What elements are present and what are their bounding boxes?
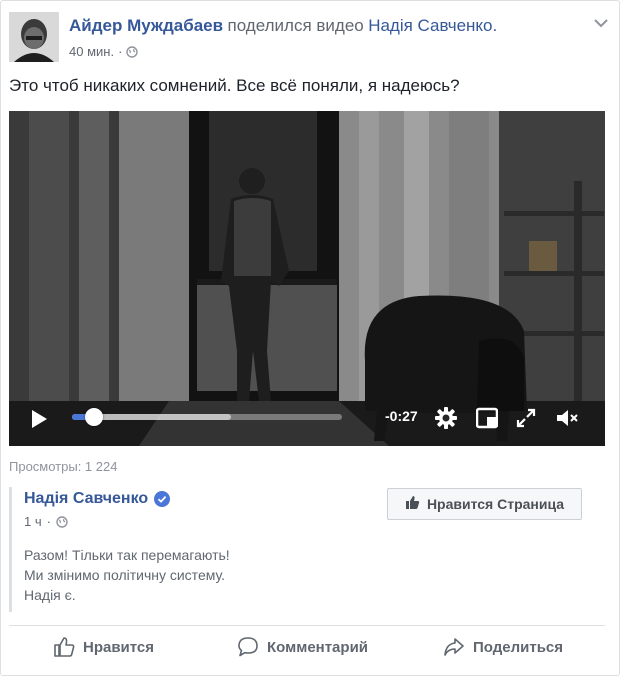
post-card: Айдер Муждабаев поделился видео Надія Са… [0,0,620,676]
shared-text-line: Надія є. [24,587,76,603]
play-icon[interactable] [29,409,49,429]
globe-icon[interactable] [56,515,68,528]
seek-bar[interactable] [72,408,342,426]
shared-time[interactable]: 1 ч [24,514,42,529]
shared-text: Разом! Тільки так перемагають! Ми зміним… [24,545,230,605]
picture-in-picture-icon[interactable] [475,407,499,429]
chevron-down-icon[interactable] [593,15,609,31]
share-label: Поделиться [473,638,564,656]
action-text: поделился видео [227,16,364,35]
like-label: Нравится [83,638,155,656]
time-remaining: -0:27 [385,408,418,424]
share-button[interactable]: Поделиться [443,636,563,658]
video-player[interactable]: -0:27 [9,111,605,446]
post-headline: Айдер Муждабаев поделился видео Надія Са… [69,16,497,36]
author-avatar[interactable] [9,12,59,62]
verified-badge-icon [154,491,171,507]
post-actions: Нравится Комментарий Поделиться [1,627,620,669]
video-controls: -0:27 [9,390,605,446]
author-name[interactable]: Айдер Муждабаев [69,16,223,35]
shared-text-line: Разом! Тільки так перемагають! [24,547,230,563]
thumbs-up-icon [54,637,75,657]
thumbs-up-icon [405,495,420,513]
like-page-button[interactable]: Нравится Страница [387,488,582,520]
shared-page-link[interactable]: Надія Савченко. [368,16,497,35]
fullscreen-icon[interactable] [515,407,537,429]
globe-icon[interactable] [126,45,139,58]
seek-handle[interactable] [84,408,103,426]
shared-meta: 1 ч · [24,514,68,529]
post-text: Это чтоб никаких сомнений. Все всё понял… [9,76,460,95]
shared-separator: · [46,514,51,529]
share-icon [444,638,464,656]
meta-separator: · [118,44,123,59]
like-button[interactable]: Нравится [53,636,154,658]
view-count: Просмотры: 1 224 [9,459,118,474]
comment-icon [238,637,258,657]
post-meta: 40 мин. · [69,44,139,59]
shared-author[interactable]: Надія Савченко [24,490,148,508]
post-time[interactable]: 40 мин. [69,44,114,59]
gear-icon[interactable] [435,407,457,429]
actions-divider [9,625,605,626]
comment-label: Комментарий [267,638,369,656]
comment-button[interactable]: Комментарий [237,636,368,658]
shared-text-line: Ми змінимо політичну систему. [24,567,225,583]
mute-icon[interactable] [555,407,578,429]
shared-post: Надія Савченко 1 ч · Нравится Страница Р… [9,487,605,612]
shared-page-name: Надія Савченко [24,490,171,508]
like-page-label: Нравится Страница [426,496,565,512]
